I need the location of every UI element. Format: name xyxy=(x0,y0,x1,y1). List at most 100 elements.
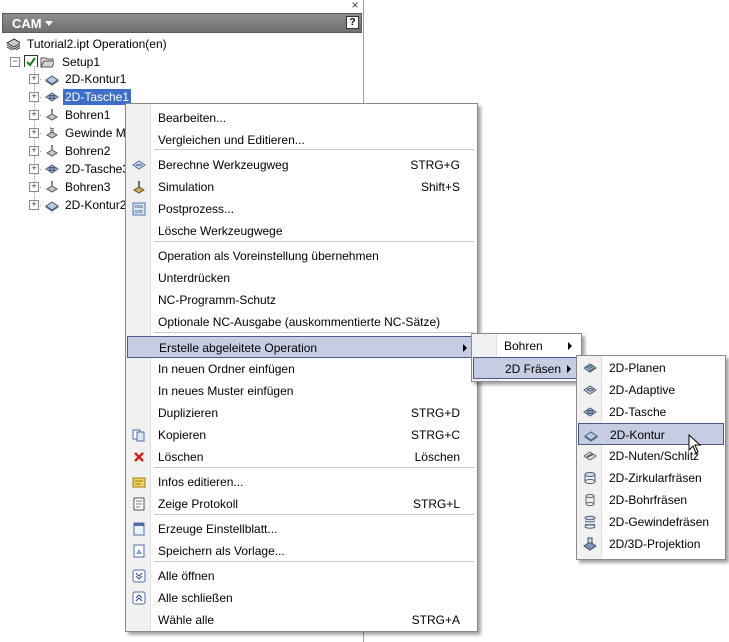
document-label: Tutorial2.ipt Operation(en) xyxy=(27,37,167,51)
log-icon xyxy=(132,497,146,511)
menu-item-label: Bohren xyxy=(504,339,543,353)
menu-separator xyxy=(154,467,474,468)
menu-item-label: 2D-Tasche xyxy=(609,405,667,419)
context-menu-item[interactable]: Kopieren STRG+C xyxy=(127,424,476,446)
expand-icon[interactable]: + xyxy=(29,200,39,210)
context-menu-item[interactable]: Vergleichen und Editieren... xyxy=(127,129,476,151)
menu-item-label: Erstelle abgeleitete Operation xyxy=(159,341,318,355)
menu-separator xyxy=(154,514,474,515)
context-menu-item[interactable]: Alle schließen xyxy=(127,587,476,609)
context-menu-item[interactable]: Erzeuge Einstellblatt... xyxy=(127,518,476,540)
submenu-item[interactable]: 2D-Gewindefräsen xyxy=(578,511,724,533)
save-template-icon xyxy=(132,544,146,558)
context-menu-item[interactable]: Speichern als Vorlage... xyxy=(127,540,476,562)
operation-label: 2D-Tasche3 xyxy=(65,162,130,176)
drill-icon xyxy=(45,108,59,121)
operation-label: Bohren2 xyxy=(65,144,111,158)
context-menu-item[interactable]: Bearbeiten... xyxy=(127,107,476,129)
submenu-item[interactable]: 2D-Bohrfräsen xyxy=(578,489,724,511)
context-menu-item[interactable]: In neuen Ordner einfügen xyxy=(127,358,476,380)
tree-operation-row[interactable]: +2D-Kontur1 xyxy=(0,70,360,88)
menu-separator xyxy=(154,332,474,333)
mouse-cursor-icon xyxy=(688,434,702,454)
expand-icon[interactable]: + xyxy=(29,182,39,192)
context-menu-item[interactable]: Wähle alle STRG+A xyxy=(127,609,476,631)
expand-icon[interactable]: + xyxy=(29,164,39,174)
circular-icon xyxy=(583,471,597,485)
menu-item-label: 2D Fräsen xyxy=(505,362,562,376)
context-menu-item[interactable]: Alle öffnen xyxy=(127,565,476,587)
menu-item-label: 2D/3D-Projektion xyxy=(609,537,701,551)
folder-open-icon xyxy=(40,57,54,68)
submenu-item[interactable]: 2D-Adaptive xyxy=(578,379,724,401)
menu-item-label: NC-Programm-Schutz xyxy=(158,293,277,307)
context-menu-item[interactable]: In neues Muster einfügen xyxy=(127,380,476,402)
tree-setup[interactable]: − Setup1 xyxy=(0,53,360,71)
menu-item-shortcut: STRG+C xyxy=(410,428,460,442)
simulation-icon xyxy=(132,180,146,194)
collapse-icon[interactable]: − xyxy=(10,57,20,67)
expand-icon[interactable]: + xyxy=(29,110,39,120)
submenu-item[interactable]: 2D-Nuten/Schlitz xyxy=(578,445,724,467)
menu-item-label: Unterdrücken xyxy=(158,271,231,285)
menu-item-label: Duplizieren xyxy=(158,406,219,420)
operation-label: 2D-Tasche1 xyxy=(63,89,132,105)
menu-item-label: Lösche Werkzeugwege xyxy=(158,224,283,238)
document-stack-icon xyxy=(6,38,20,50)
engrave-icon xyxy=(583,537,597,551)
menu-item-shortcut: STRG+G xyxy=(410,158,460,172)
context-menu-item[interactable]: Lösche Werkzeugwege xyxy=(127,220,476,242)
submenu-item[interactable]: 2D-Zirkularfräsen xyxy=(578,467,724,489)
menu-item-shortcut: STRG+L xyxy=(412,497,460,511)
expand-icon[interactable]: + xyxy=(29,92,39,102)
close-icon[interactable]: × xyxy=(348,0,362,12)
menu-item-label: 2D-Zirkularfräsen xyxy=(609,471,702,485)
submenu-item[interactable]: 2D-Planen xyxy=(578,357,724,379)
context-menu-item[interactable]: Duplizieren STRG+D xyxy=(127,402,476,424)
submenu-derived-operation: Bohren 2D Fräsen xyxy=(471,333,582,382)
notes-icon xyxy=(132,475,146,489)
menu-item-label: Infos editieren... xyxy=(158,475,244,489)
menu-item-label: 2D-Planen xyxy=(609,361,666,375)
drill-icon xyxy=(45,180,59,193)
slot-icon xyxy=(583,449,597,463)
delete-icon xyxy=(132,450,146,464)
submenu-item[interactable]: 2D-Kontur xyxy=(578,423,724,445)
context-menu-item[interactable]: Löschen Löschen xyxy=(127,446,476,468)
context-menu-item[interactable]: Erstelle abgeleitete Operation xyxy=(127,336,476,358)
submenu-item[interactable]: 2D-Tasche xyxy=(578,401,724,423)
submenu-item[interactable]: Bohren xyxy=(473,335,580,357)
context-menu-item[interactable]: Zeige Protokoll STRG+L xyxy=(127,493,476,515)
expand-icon[interactable]: + xyxy=(29,128,39,138)
copy-icon xyxy=(132,428,146,442)
checkbox-checked-icon[interactable] xyxy=(24,55,38,67)
operation-label: Bohren3 xyxy=(65,180,111,194)
cam-header[interactable]: CAM ? xyxy=(2,13,362,33)
submenu-item[interactable]: 2D/3D-Projektion xyxy=(578,533,724,555)
expand-icon[interactable]: + xyxy=(29,146,39,156)
collapse-all-icon xyxy=(132,591,146,605)
context-menu-item[interactable]: Simulation Shift+S xyxy=(127,176,476,198)
help-button[interactable]: ? xyxy=(346,16,359,29)
menu-item-label: 2D-Gewindefräsen xyxy=(609,515,710,529)
context-menu-item[interactable]: Optionale NC-Ausgabe (auskommentierte NC… xyxy=(127,311,476,333)
menu-item-label: Kopieren xyxy=(158,428,207,442)
menu-item-label: Erzeuge Einstellblatt... xyxy=(158,522,278,536)
context-menu-item[interactable]: Berechne Werkzeugweg STRG+G xyxy=(127,154,476,176)
context-menu-item[interactable]: NC-Programm-Schutz xyxy=(127,289,476,311)
menu-item-label: Optionale NC-Ausgabe (auskommentierte NC… xyxy=(158,315,441,329)
expand-icon[interactable]: + xyxy=(29,74,39,84)
chevron-down-icon[interactable] xyxy=(45,21,53,26)
submenu-arrow-icon xyxy=(463,344,467,352)
context-menu-item[interactable]: Infos editieren... xyxy=(127,471,476,493)
context-menu-item[interactable]: G01 X20 Postprozess... xyxy=(127,198,476,220)
context-menu-item[interactable]: Unterdrücken xyxy=(127,267,476,289)
menu-item-label: Vergleichen und Editieren... xyxy=(158,133,305,147)
menu-item-label: Berechne Werkzeugweg xyxy=(158,158,289,172)
context-menu-item[interactable]: Operation als Voreinstellung übernehmen xyxy=(127,245,476,267)
menu-item-label: Simulation xyxy=(158,180,215,194)
menu-item-label: 2D-Adaptive xyxy=(609,383,676,397)
tree-document[interactable]: Tutorial2.ipt Operation(en) xyxy=(0,35,360,53)
submenu-item[interactable]: 2D Fräsen xyxy=(473,357,580,379)
menu-item-label: 2D-Nuten/Schlitz xyxy=(609,449,700,463)
